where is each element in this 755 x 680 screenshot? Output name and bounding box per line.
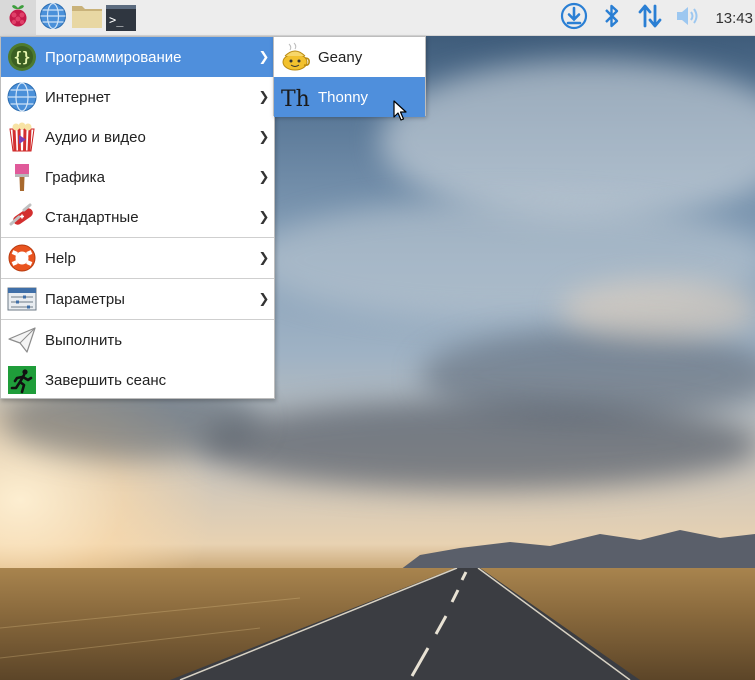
menu-item-label: Выполнить [45, 331, 123, 349]
programming-icon: {} [6, 41, 38, 73]
menu-item-preferences[interactable]: Параметры ❯ [1, 279, 274, 319]
network-button[interactable] [631, 0, 669, 36]
browser-launch-button[interactable] [36, 0, 70, 36]
chevron-right-icon: ❯ [258, 49, 270, 64]
submenu-item-label: Thonny [318, 88, 369, 106]
help-icon [6, 242, 38, 274]
menu-item-run[interactable]: Выполнить [1, 320, 274, 360]
chevron-right-icon: ❯ [258, 250, 270, 265]
clock[interactable]: 13:43 [707, 10, 755, 27]
menu-item-label: Help [45, 249, 76, 267]
terminal-launch-button[interactable]: >_ [104, 0, 138, 36]
mouse-cursor-icon [393, 100, 407, 121]
chevron-right-icon: ❯ [258, 89, 270, 104]
browser-icon [39, 2, 67, 34]
menu-item-label: Графика [45, 168, 105, 186]
thonny-glyph: Th [281, 87, 310, 112]
chevron-right-icon: ❯ [258, 291, 270, 306]
menu-item-label: Завершить сеанс [45, 371, 167, 389]
terminal-icon: >_ [106, 4, 136, 31]
logout-icon [6, 364, 38, 396]
raspberry-icon [6, 3, 30, 33]
preferences-icon [6, 283, 38, 315]
menu-item-label: Интернет [45, 88, 111, 106]
terminal-glyph: >_ [109, 12, 124, 27]
bluetooth-icon [603, 3, 621, 33]
network-icon [637, 3, 663, 33]
system-tray: 13:43 [555, 0, 755, 36]
menu-item-audio-video[interactable]: Аудио и видео ❯ [1, 117, 274, 157]
menu-item-programming[interactable]: {} Программирование ❯ [1, 37, 274, 77]
volume-button[interactable] [669, 0, 707, 36]
road [0, 568, 640, 680]
submenu-item-label: Geany [318, 48, 363, 66]
menu-item-internet[interactable]: Интернет ❯ [1, 77, 274, 117]
menu-item-accessories[interactable]: Стандартные ❯ [1, 197, 274, 237]
audio-video-icon [6, 121, 38, 153]
menu-item-label: Программирование [45, 48, 182, 66]
run-icon [6, 324, 38, 356]
menu-item-label: Параметры [45, 290, 125, 308]
updates-icon [560, 2, 588, 34]
menu-item-label: Стандартные [45, 208, 139, 226]
menu-item-label: Аудио и видео [45, 128, 146, 146]
chevron-right-icon: ❯ [258, 209, 270, 224]
menu-item-logout[interactable]: Завершить сеанс [1, 360, 274, 400]
mountains [400, 530, 755, 570]
submenu-item-geany[interactable]: Geany [274, 37, 425, 77]
file-manager-icon [71, 3, 103, 33]
application-menu: {} Программирование ❯ Интернет ❯ Аудио и… [0, 36, 275, 399]
geany-icon [279, 41, 311, 73]
code-glyph: {} [14, 50, 31, 66]
bluetooth-button[interactable] [593, 0, 631, 36]
top-panel: >_ 13:43 [0, 0, 755, 36]
accessories-icon [6, 201, 38, 233]
internet-icon [6, 81, 38, 113]
menu-item-graphics[interactable]: Графика ❯ [1, 157, 274, 197]
volume-icon [675, 4, 701, 32]
file-manager-launch-button[interactable] [70, 0, 104, 36]
graphics-icon [6, 161, 38, 193]
thonny-icon: Th [279, 81, 311, 113]
updates-button[interactable] [555, 0, 593, 36]
menu-launcher-button[interactable] [0, 0, 36, 36]
chevron-right-icon: ❯ [258, 129, 270, 144]
chevron-right-icon: ❯ [258, 169, 270, 184]
menu-item-help[interactable]: Help ❯ [1, 238, 274, 278]
